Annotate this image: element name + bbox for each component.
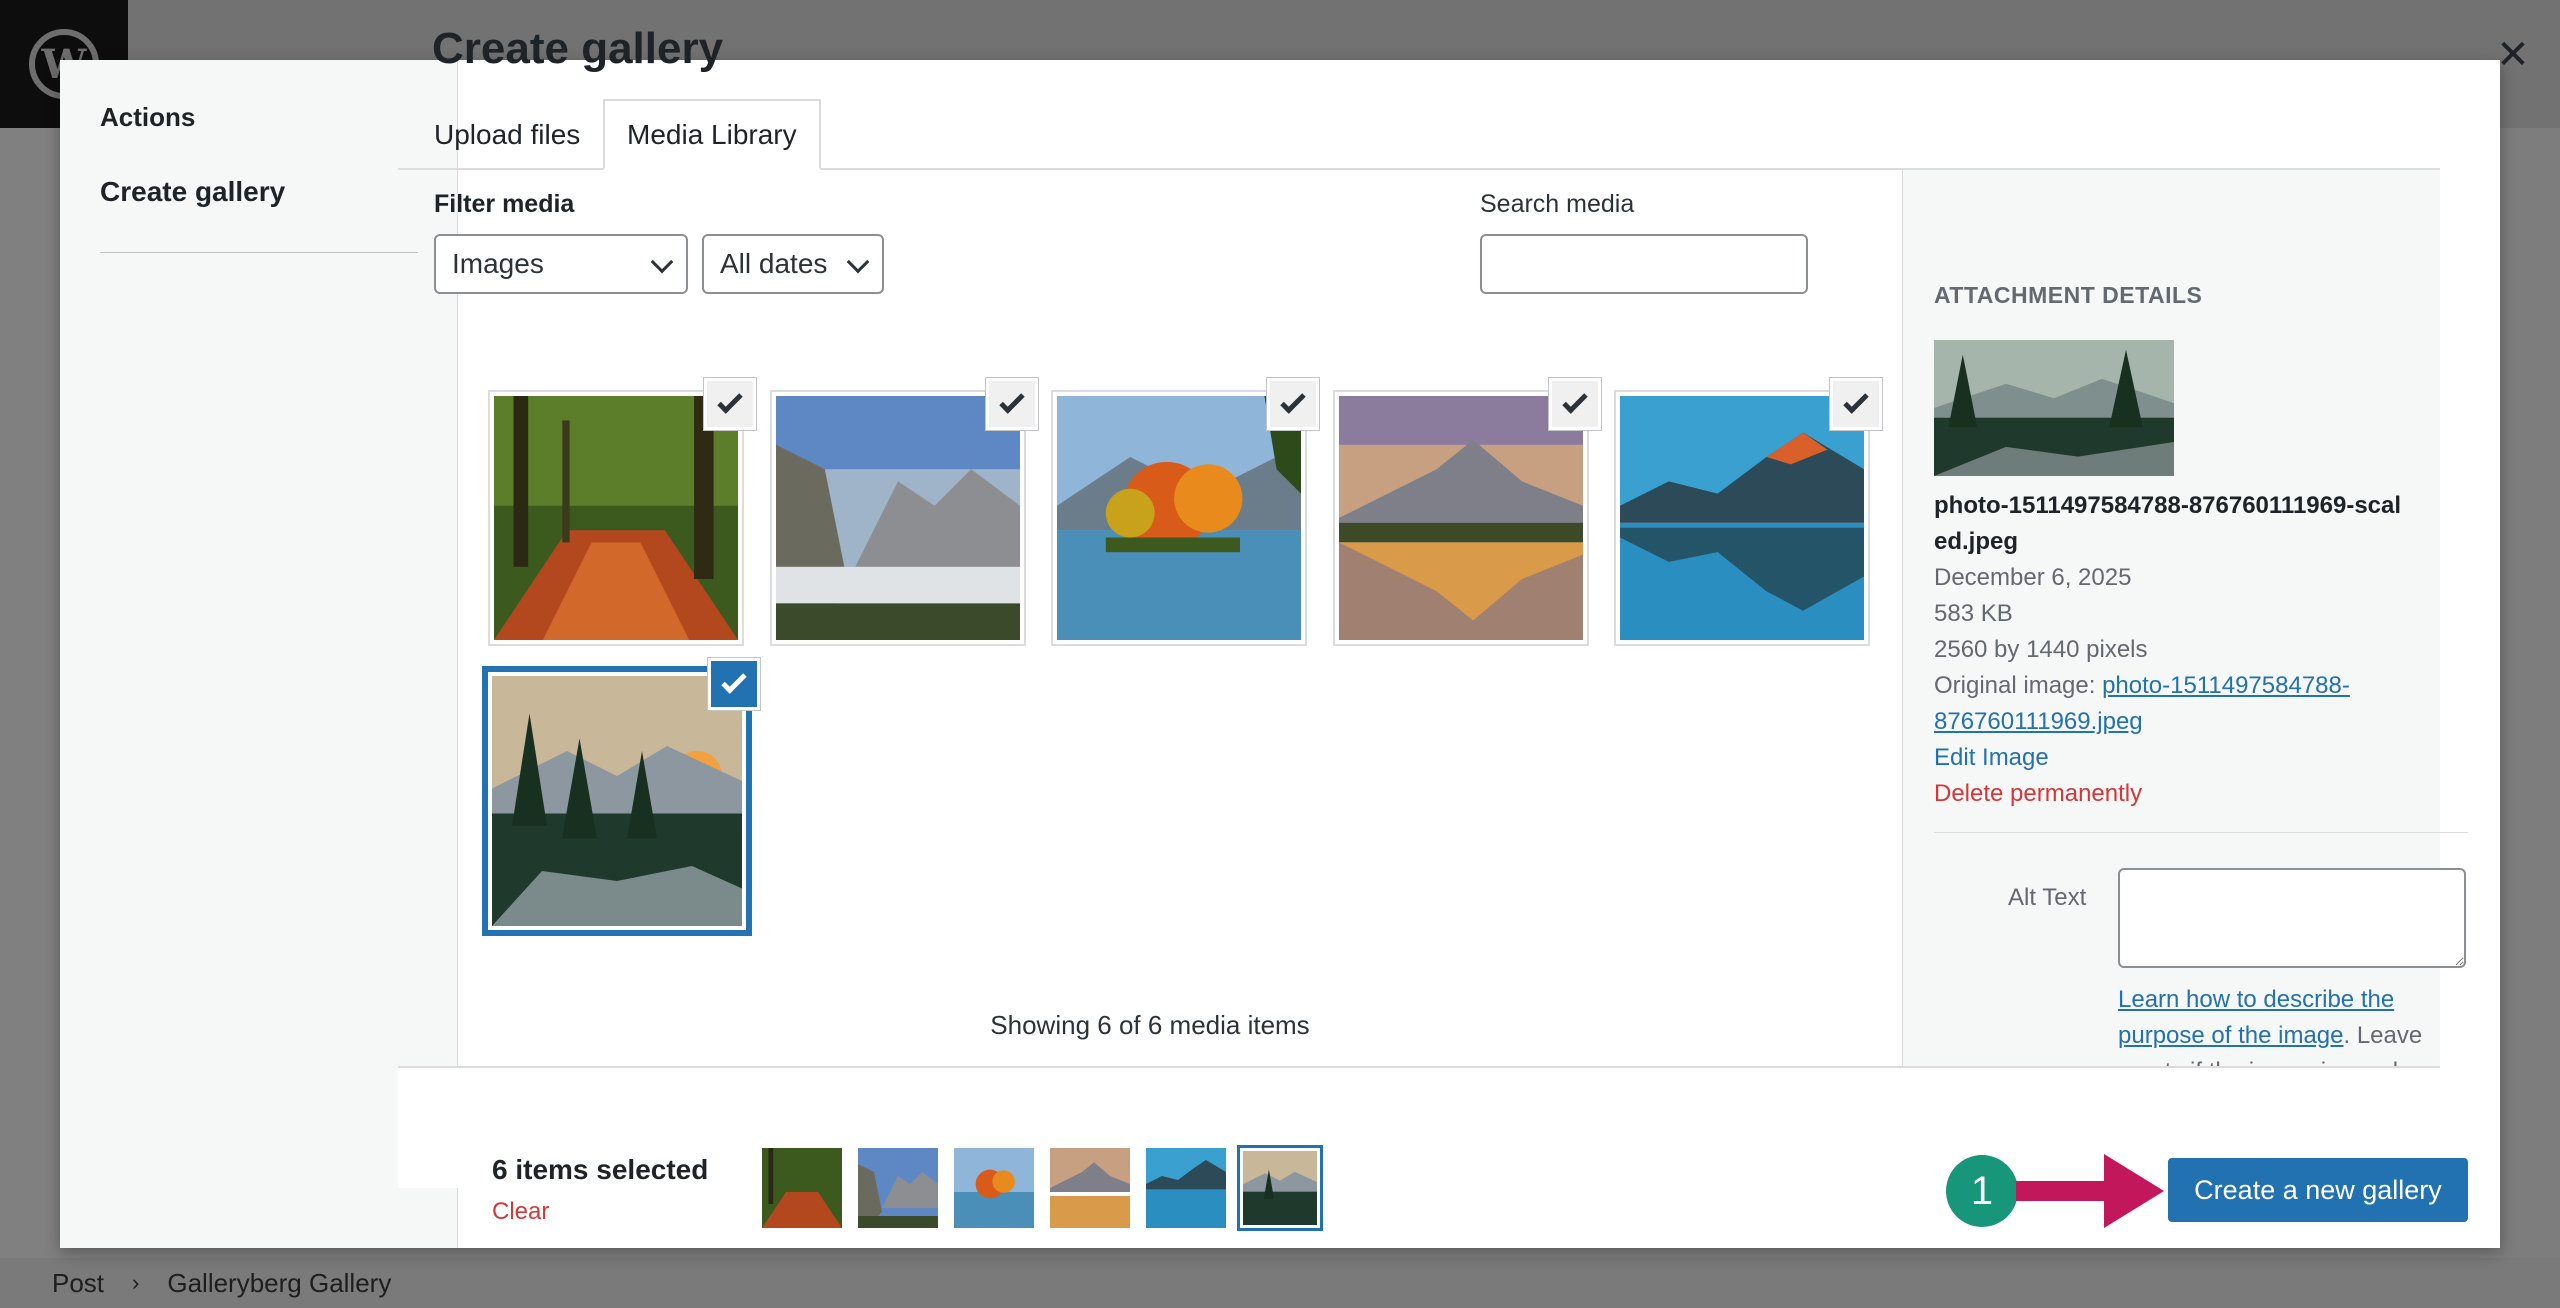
breadcrumb-post[interactable]: Post [52, 1268, 104, 1299]
selection-thumbnail[interactable] [1050, 1148, 1130, 1228]
chevron-down-icon [650, 250, 674, 274]
selection-thumbnail[interactable] [858, 1148, 938, 1228]
media-type-value: Images [452, 248, 544, 279]
search-media-label: Search media [1480, 190, 1635, 218]
menu-divider [100, 252, 418, 253]
media-thumbnail [1620, 396, 1864, 640]
selection-count: 6 items selected [492, 1154, 709, 1185]
selection-thumbnail-active[interactable] [1237, 1145, 1323, 1231]
step-callout-badge: 1 [1946, 1155, 2018, 1227]
create-new-gallery-button[interactable]: Create a new gallery [2168, 1158, 2468, 1222]
media-item[interactable] [1051, 378, 1319, 646]
editor-sidebar [2500, 128, 2560, 1258]
filter-media-label: Filter media [434, 190, 575, 218]
attachment-size: 583 KB [1934, 600, 2013, 627]
selected-check-icon[interactable] [708, 658, 760, 710]
date-filter-value: All dates [720, 248, 828, 279]
media-item[interactable] [770, 378, 1038, 646]
selection-thumbnail[interactable] [1146, 1148, 1226, 1228]
breadcrumb: Post › Galleryberg Gallery [0, 1258, 2560, 1308]
selected-check-icon[interactable] [1830, 378, 1882, 430]
search-media-input[interactable] [1480, 234, 1808, 294]
tab-upload-files[interactable]: Upload files [412, 99, 602, 170]
breadcrumb-gallery[interactable]: Galleryberg Gallery [167, 1268, 391, 1299]
chevron-right-icon: › [132, 1270, 140, 1295]
media-item[interactable] [488, 378, 756, 646]
media-thumbnail [1339, 396, 1583, 640]
selected-check-icon[interactable] [1267, 378, 1319, 430]
attachment-date: December 6, 2025 [1934, 564, 2132, 591]
attachment-details-title: ATTACHMENT DETAILS [1934, 282, 2203, 308]
original-image-row: Original image: photo-1511497584788-8767… [1934, 668, 2434, 740]
media-count-text: Showing 6 of 6 media items [990, 1010, 1310, 1040]
callout-arrow-icon [2016, 1154, 2164, 1228]
media-item-active[interactable] [482, 658, 760, 936]
chevron-down-icon [846, 250, 870, 274]
selection-thumbnail[interactable] [954, 1148, 1034, 1228]
details-divider [1934, 832, 2468, 833]
close-icon[interactable]: ✕ [2488, 30, 2538, 80]
media-item[interactable] [1614, 378, 1882, 646]
attachment-thumbnail [1934, 340, 2174, 476]
attachment-dimensions: 2560 by 1440 pixels [1934, 636, 2148, 663]
media-item[interactable] [1333, 378, 1601, 646]
date-filter-select[interactable]: All dates [702, 234, 884, 294]
media-thumbnail [1057, 396, 1301, 640]
clear-selection-link[interactable]: Clear [492, 1198, 549, 1226]
selected-check-icon[interactable] [704, 378, 756, 430]
alt-text-label: Alt Text [2008, 884, 2087, 911]
attachment-filename: photo-1511497584788-876760111969-scaled.… [1934, 492, 2402, 555]
frame-title: Create gallery [432, 24, 724, 73]
media-thumbnail [776, 396, 1020, 640]
original-image-label: Original image: [1934, 672, 2096, 699]
edit-image-link[interactable]: Edit Image [1934, 740, 2049, 776]
alt-text-field[interactable] [2118, 868, 2466, 968]
media-type-select[interactable]: Images [434, 234, 688, 294]
media-thumbnail [494, 396, 738, 640]
menu-heading: Actions [100, 102, 196, 132]
selected-check-icon[interactable] [1549, 378, 1601, 430]
tab-media-library[interactable]: Media Library [603, 99, 821, 170]
selected-check-icon[interactable] [986, 378, 1038, 430]
media-thumbnail [492, 676, 742, 926]
menu-item-create-gallery[interactable]: Create gallery [100, 176, 285, 208]
selection-thumbnail[interactable] [762, 1148, 842, 1228]
delete-permanently-link[interactable]: Delete permanently [1934, 776, 2142, 812]
